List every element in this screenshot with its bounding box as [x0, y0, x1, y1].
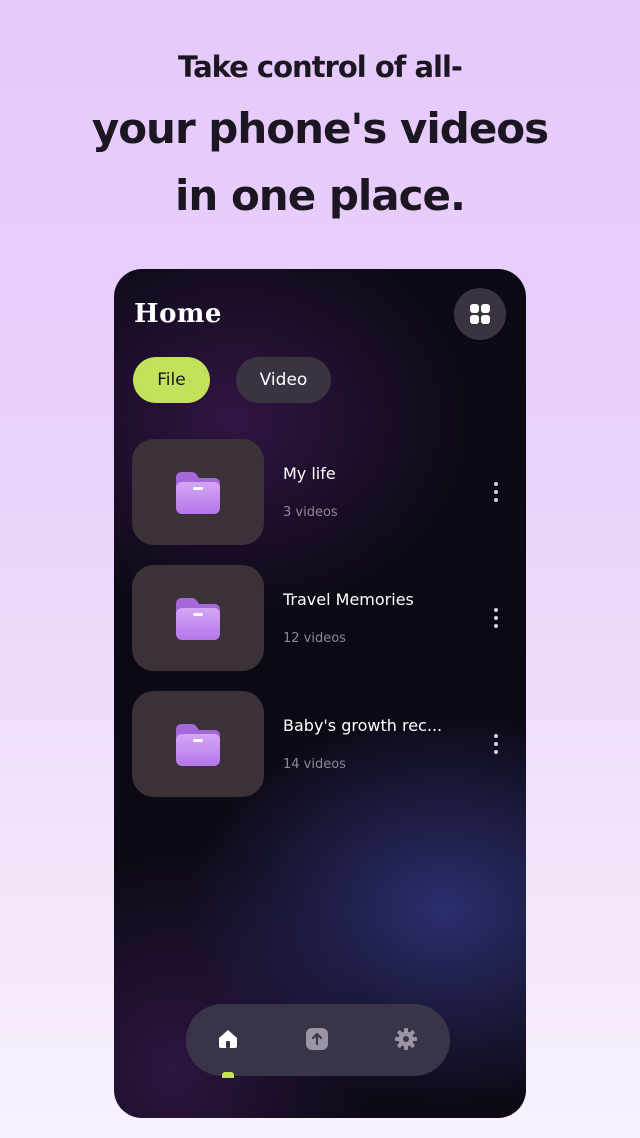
nav-home[interactable]: [213, 1024, 243, 1054]
folder-icon: [176, 724, 220, 766]
folder-icon: [176, 472, 220, 514]
phone-screen: Home File Video My life 3 videos Travel …: [114, 269, 526, 1118]
nav-upload[interactable]: [302, 1024, 332, 1054]
folder-item[interactable]: My life 3 videos: [132, 439, 512, 545]
folder-item[interactable]: Travel Memories 12 videos: [132, 565, 512, 671]
folder-thumbnail: [132, 565, 264, 671]
folder-count: 12 videos: [283, 631, 346, 646]
active-nav-indicator: [222, 1072, 234, 1078]
home-icon: [219, 1030, 237, 1048]
more-options-icon[interactable]: [484, 605, 508, 631]
tab-video[interactable]: Video: [236, 357, 331, 403]
folder-icon: [176, 598, 220, 640]
folder-name: My life: [283, 464, 336, 483]
folder-count: 14 videos: [283, 757, 346, 772]
headline-line-2: your phone's videos: [91, 104, 549, 153]
headline-line-1: Take control of all-: [178, 50, 463, 84]
folder-thumbnail: [132, 439, 264, 545]
gear-icon: [395, 1028, 417, 1050]
nav-settings[interactable]: [391, 1024, 421, 1054]
folder-item[interactable]: Baby's growth rec... 14 videos: [132, 691, 512, 797]
headline-line-3: in one place.: [175, 171, 466, 220]
upload-icon: [306, 1028, 328, 1050]
more-options-icon[interactable]: [484, 479, 508, 505]
bottom-nav: [186, 1004, 450, 1076]
folder-thumbnail: [132, 691, 264, 797]
page-title: Home: [134, 299, 222, 329]
folder-count: 3 videos: [283, 505, 338, 520]
tab-file[interactable]: File: [133, 357, 210, 403]
grid-icon: [470, 304, 490, 324]
folder-name: Travel Memories: [283, 590, 414, 609]
more-options-icon[interactable]: [484, 731, 508, 757]
folder-name: Baby's growth rec...: [283, 716, 443, 735]
grid-view-button[interactable]: [454, 288, 506, 340]
